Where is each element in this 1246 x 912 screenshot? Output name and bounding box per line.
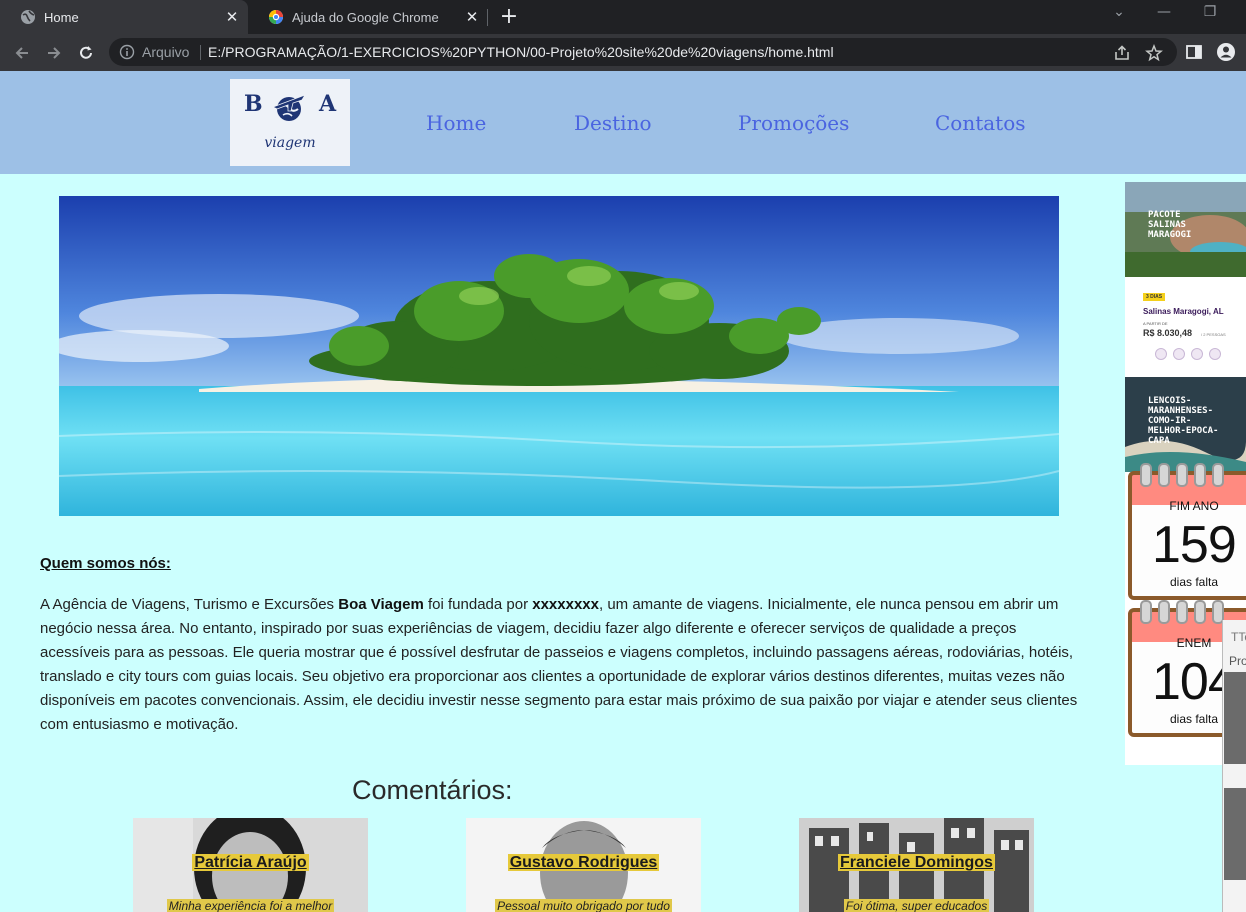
logo-letter-b: B: [244, 91, 263, 117]
info-icon[interactable]: [119, 44, 135, 60]
brand-name: Boa Viagem: [338, 596, 424, 613]
amenity-icon: [1173, 348, 1185, 360]
tab-title: Ajuda do Google Chrome: [292, 9, 439, 25]
countdown-calendar-fim-ano: FIM ANO 159 dias falta: [1128, 463, 1246, 600]
comment-quote: Pessoal muito obrigado por tudo: [495, 899, 672, 912]
comment-card: Franciele Domingos Foi ótima, super educ…: [799, 818, 1034, 912]
profile-avatar-icon[interactable]: [1216, 42, 1236, 62]
comment-quote: Minha experiência foi a melhor: [166, 899, 335, 912]
share-icon[interactable]: [1113, 44, 1131, 62]
google-icon: [269, 10, 283, 24]
calendar-number: 159: [1152, 516, 1237, 574]
comments-heading: Comentários:: [352, 775, 513, 805]
nav-link-promocoes[interactable]: Promoções: [738, 111, 849, 135]
close-tab-icon[interactable]: ✕: [224, 9, 240, 26]
ad-maragogi-image[interactable]: PACOTE SALINAS MARAGOGI: [1125, 182, 1246, 277]
nav-link-home[interactable]: Home: [426, 111, 486, 135]
amenity-icon: [1209, 348, 1221, 360]
ad-maragogi-headline: PACOTE SALINAS MARAGOGI: [1148, 210, 1192, 240]
site-header: B A viagem Home Destino Promoções Contat…: [0, 71, 1246, 174]
back-arrow-icon[interactable]: [10, 41, 34, 65]
ad-lencois-headline: LENCOIS- MARANHENSES- COMO-IR- MELHOR-EP…: [1148, 396, 1219, 446]
about-heading: Quem somos nós:: [40, 555, 171, 572]
founder-name: xxxxxxxx: [532, 596, 599, 613]
bookmark-star-icon[interactable]: [1145, 44, 1163, 62]
tab-chrome-help[interactable]: Ajuda do Google Chrome ✕: [248, 0, 488, 34]
boa-viagem-logo[interactable]: B A viagem: [230, 79, 350, 166]
forward-arrow-icon[interactable]: [42, 41, 66, 65]
calendar-footer: dias falta: [1169, 575, 1219, 589]
amenity-icon: [1155, 348, 1167, 360]
hero-island-image: [59, 196, 1059, 516]
calendar-label: FIM ANO: [1169, 499, 1219, 513]
floating-side-panel[interactable]: TTo Pro: [1222, 620, 1246, 912]
tab-search-chevron-icon[interactable]: ⌄: [1107, 4, 1131, 26]
nav-link-contatos[interactable]: Contatos: [935, 111, 1026, 135]
close-tab-icon[interactable]: ✕: [464, 9, 480, 26]
about-paragraph: A Agência de Viagens, Turismo e Excursõe…: [40, 596, 1078, 733]
ad-from-label: A PARTIR DE: [1143, 321, 1168, 326]
security-label: Arquivo: [142, 44, 190, 60]
omnibox-separator: [200, 45, 201, 60]
nav-link-destino[interactable]: Destino: [574, 111, 652, 135]
side-panel-icon[interactable]: [1184, 42, 1204, 62]
logo-letter-a: A: [319, 91, 337, 117]
browser-toolbar: Arquivo E:/PROGRAMAÇÃO/1-EXERCICIOS%20PY…: [0, 34, 1246, 71]
browser-tab-strip: Home ✕ Ajuda do Google Chrome ✕ + ⌄ — ❐: [0, 0, 1246, 34]
panel-text-1: TTo: [1231, 630, 1246, 644]
comment-card: Gustavo Rodrigues Pessoal muito obrigado…: [466, 818, 701, 912]
ad-place[interactable]: Salinas Maragogi, AL: [1143, 307, 1224, 316]
ad-per-people: / 2 PESSOAS: [1201, 332, 1226, 337]
ad-days-badge: 3 DIAS: [1143, 293, 1166, 301]
commenter-name: Patrícia Araújo: [192, 854, 309, 871]
tab-home[interactable]: Home ✕: [0, 0, 248, 34]
amenity-icon: [1191, 348, 1203, 360]
commenter-name: Gustavo Rodrigues: [507, 854, 660, 871]
tab-title: Home: [44, 9, 79, 25]
globe-airplane-icon: [272, 94, 306, 121]
ad-lencois-image[interactable]: LENCOIS- MARANHENSES- COMO-IR- MELHOR-EP…: [1125, 377, 1246, 472]
logo-subtitle: viagem: [264, 135, 316, 151]
url-text[interactable]: E:/PROGRAMAÇÃO/1-EXERCICIOS%20PYTHON/00-…: [208, 44, 834, 60]
ad-amenities-icons: [1155, 348, 1235, 362]
panel-text-2: Pro: [1229, 654, 1246, 668]
globe-icon: [21, 10, 35, 24]
panel-block: [1224, 788, 1246, 880]
reload-icon[interactable]: [74, 41, 98, 65]
restore-window-icon[interactable]: ❐: [1198, 4, 1222, 26]
new-tab-plus-icon[interactable]: +: [498, 6, 520, 28]
address-bar[interactable]: Arquivo E:/PROGRAMAÇÃO/1-EXERCICIOS%20PY…: [109, 38, 1177, 66]
commenter-name: Franciele Domingos: [838, 854, 995, 871]
minimize-icon[interactable]: —: [1152, 4, 1176, 26]
calendar-rings-icon: [1140, 463, 1246, 487]
ad-price: R$ 8.030,48: [1143, 328, 1193, 338]
comment-quote: Foi ótima, super educados: [843, 899, 990, 912]
panel-block: [1224, 672, 1246, 764]
comment-card: Patrícia Araújo Minha experiência foi a …: [133, 818, 368, 912]
tab-separator: [487, 9, 488, 26]
